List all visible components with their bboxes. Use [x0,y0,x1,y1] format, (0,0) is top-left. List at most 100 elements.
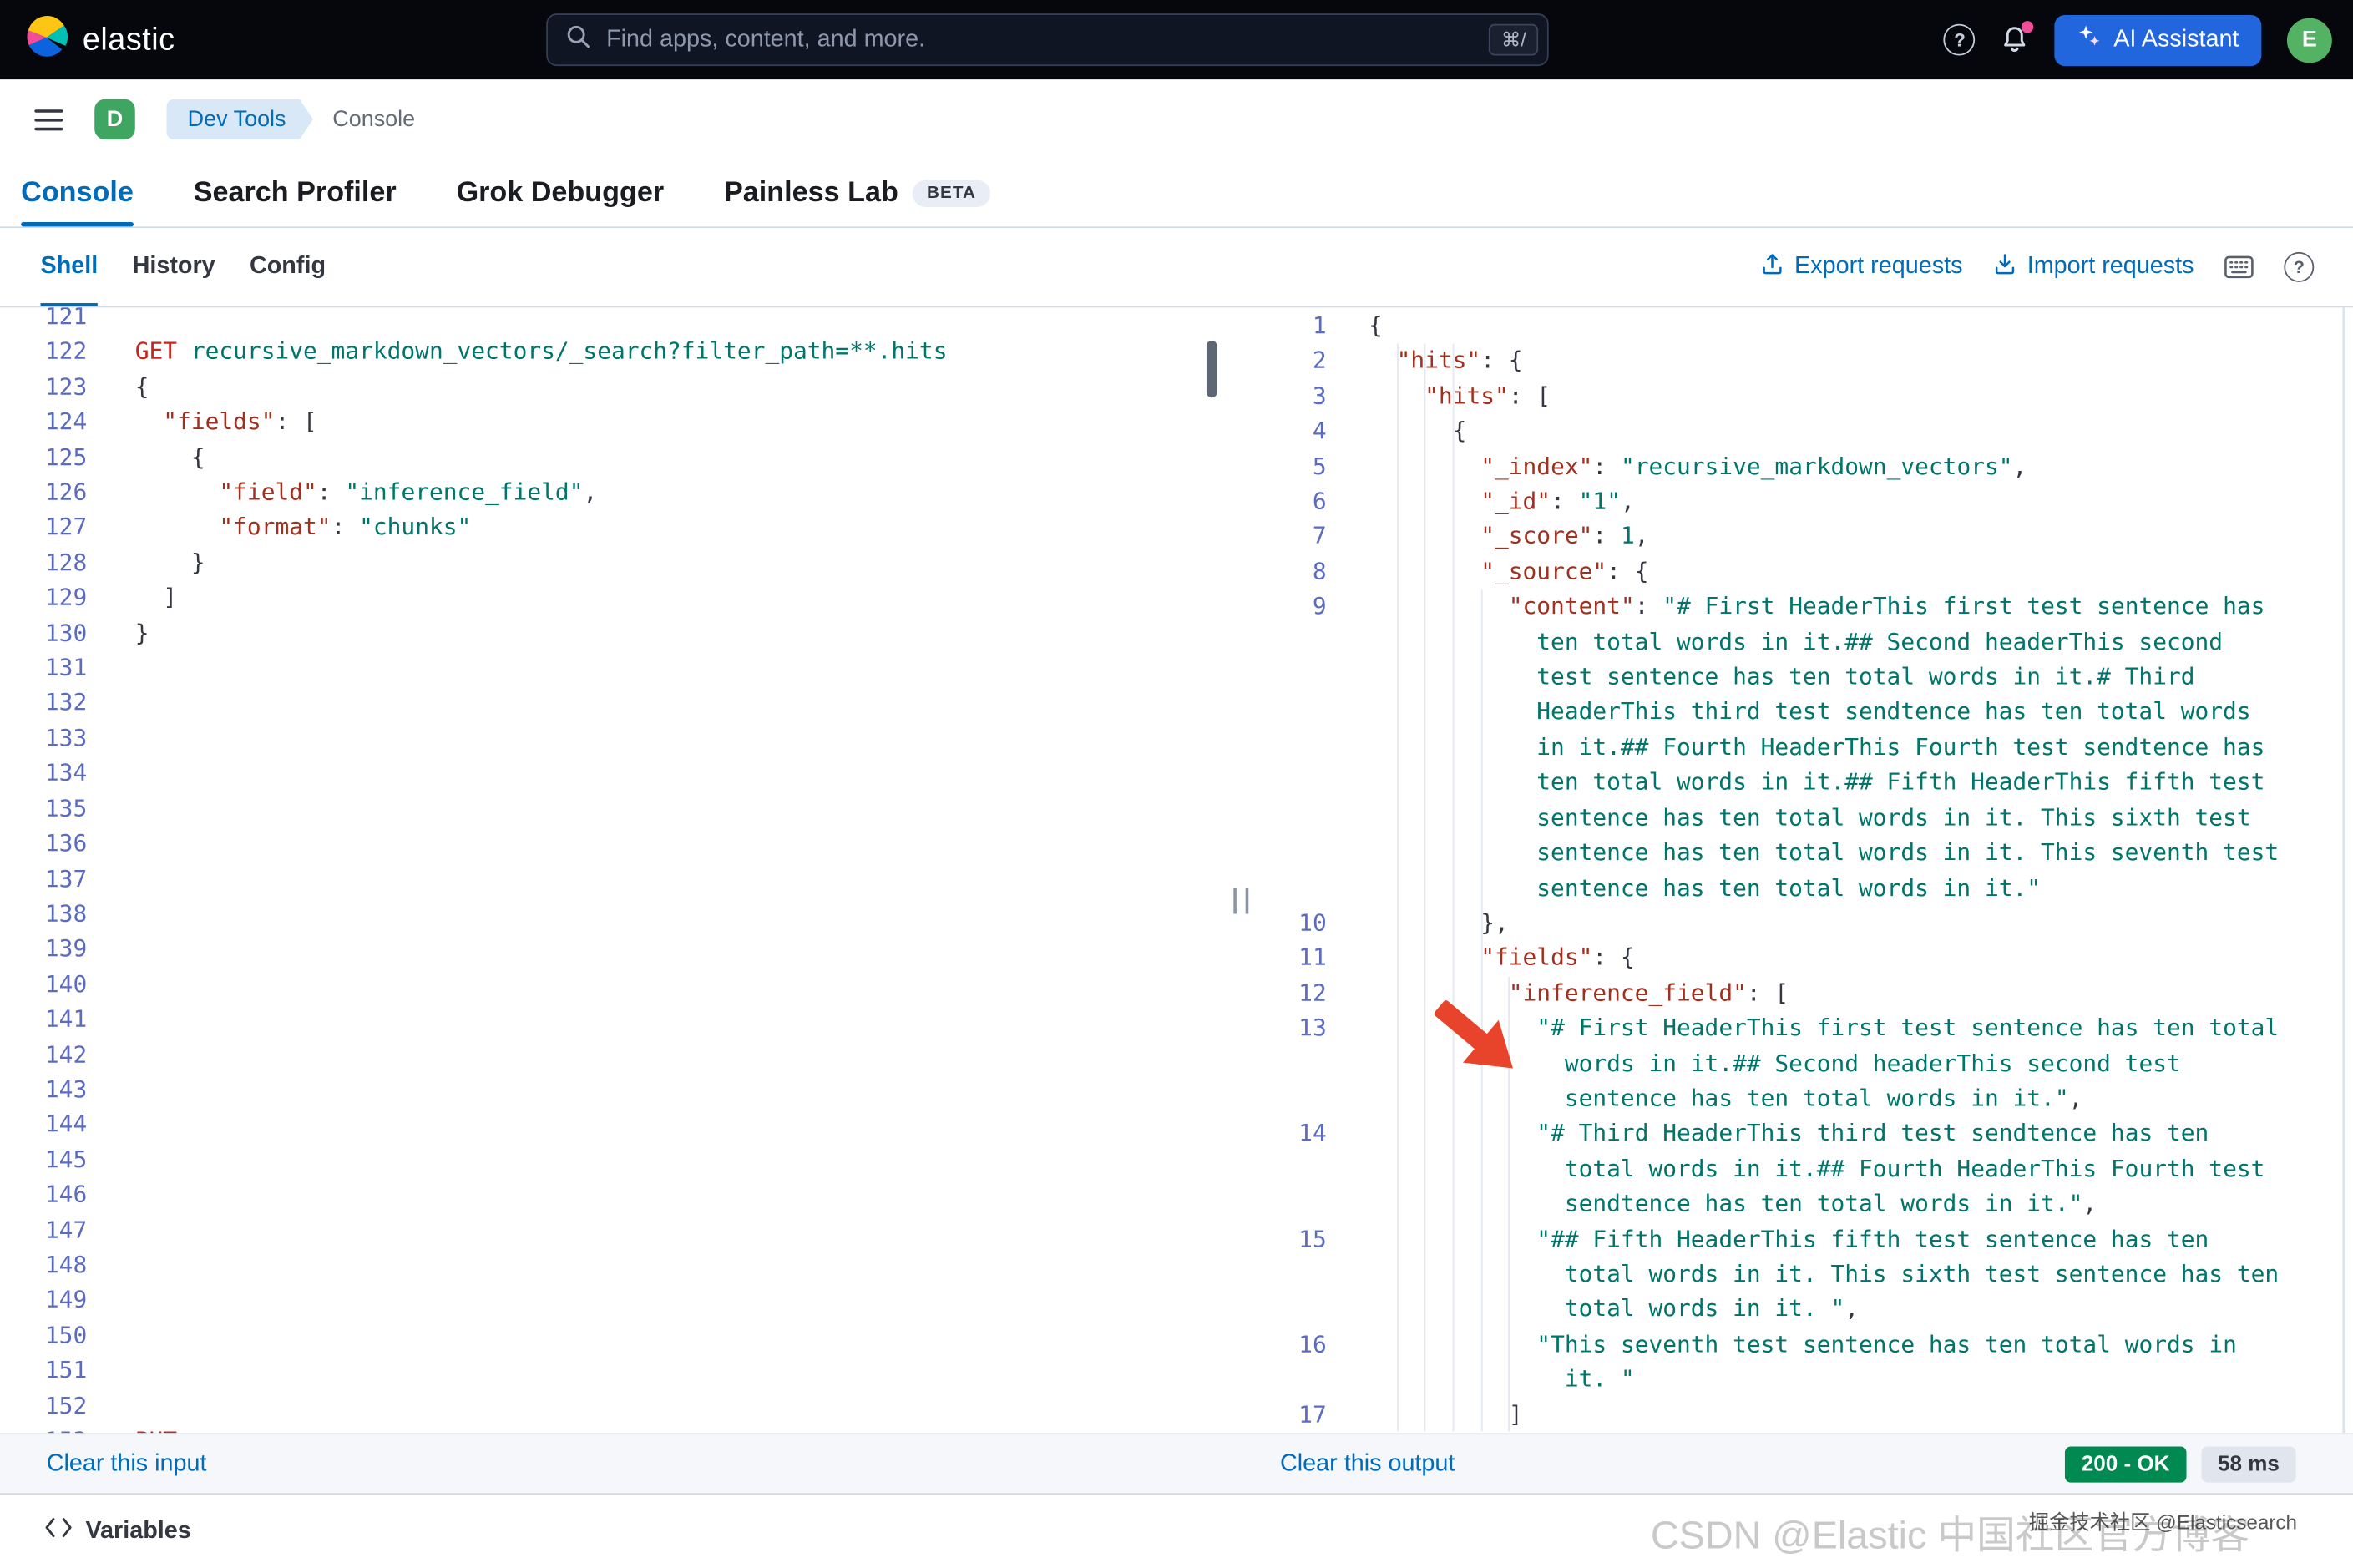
code-line[interactable]: 2"hits": { [1254,344,2353,379]
pane-resizer[interactable] [1227,307,1254,1433]
code-line[interactable]: 121 [0,307,1227,335]
code-line[interactable]: 138 [0,898,1227,933]
code-line[interactable]: 7"_score": 1, [1254,520,2353,555]
editor-footer: Clear this input Clear this output 200 -… [0,1433,2353,1493]
code-line[interactable]: 15"## Fifth HeaderThis fifth test senten… [1254,1222,2353,1328]
subtab-config[interactable]: Config [250,228,326,306]
code-line[interactable]: 16"This seventh test sentence has ten to… [1254,1328,2353,1398]
console-help-button[interactable]: ? [2284,252,2314,282]
code-line[interactable]: 145 [0,1143,1227,1178]
export-requests-label: Export requests [1794,254,1962,281]
code-text: GET recursive_markdown_vectors/_search?f… [135,336,948,371]
code-line[interactable]: 151 [0,1353,1227,1388]
code-line[interactable]: 127 "format": "chunks" [0,511,1227,546]
code-line[interactable]: 139 [0,933,1227,968]
code-line[interactable]: 124 "fields": [ [0,406,1227,441]
code-line[interactable]: 129 ] [0,581,1227,616]
code-line[interactable]: 3"hits": [ [1254,379,2353,414]
code-line[interactable]: 132 [0,686,1227,721]
code-line[interactable]: 14"# Third HeaderThis third test sendten… [1254,1117,2353,1222]
code-line[interactable]: 133 [0,721,1227,756]
line-number: 151 [0,1353,87,1388]
search-shortcut-badge: ⌘/ [1489,23,1538,56]
code-line[interactable]: 134 [0,756,1227,792]
subtab-shell[interactable]: Shell [41,228,99,306]
code-line[interactable]: 130} [0,616,1227,651]
export-requests-button[interactable]: Export requests [1760,251,1963,283]
code-line[interactable]: 142 [0,1038,1227,1073]
code-line[interactable]: 137 [0,862,1227,897]
code-text: "fields": { [1369,941,2279,976]
code-text: } [135,546,205,581]
code-text: "_source": { [1369,555,2279,590]
line-number: 9 [1254,590,1326,625]
breadcrumb-devtools[interactable]: Dev Tools [166,99,312,140]
code-line[interactable]: 136 [0,827,1227,862]
code-line[interactable]: 146 [0,1178,1227,1213]
code-line[interactable]: 17] [1254,1398,2353,1433]
code-text: { [1369,414,2279,449]
code-line[interactable]: 135 [0,792,1227,827]
help-icon[interactable]: ? [1944,24,1976,56]
export-icon [1760,251,1784,283]
tab-console[interactable]: Console [21,159,134,227]
keyboard-shortcuts-button[interactable] [2224,255,2254,280]
code-text: "field": "inference_field", [135,476,598,511]
space-badge[interactable]: D [94,99,135,140]
code-line[interactable]: 126 "field": "inference_field", [0,476,1227,511]
line-number: 11 [1254,941,1326,976]
code-line[interactable]: 6"_id": "1", [1254,485,2353,520]
menu-icon[interactable] [34,109,63,129]
code-line[interactable]: 125 { [0,441,1227,476]
code-line[interactable]: 143 [0,1073,1227,1108]
line-number: 2 [1254,344,1326,379]
line-number: 133 [0,721,87,756]
code-line[interactable]: 122GET recursive_markdown_vectors/_searc… [0,336,1227,371]
output-editor-pane[interactable]: 1{2"hits": {3"hits": [4{5"_index": "recu… [1254,307,2353,1433]
clear-input-button[interactable]: Clear this input [47,1450,207,1477]
variables-button[interactable]: Variables [45,1517,191,1545]
left-scrollbar-thumb[interactable] [1207,341,1217,397]
code-line[interactable]: 141 [0,1003,1227,1038]
user-avatar[interactable]: E [2287,18,2332,63]
code-line[interactable]: 144 [0,1108,1227,1143]
code-line[interactable]: 1{ [1254,309,2353,344]
code-line[interactable]: 147 [0,1213,1227,1248]
code-line[interactable]: 13"# First HeaderThis first test sentenc… [1254,1012,2353,1117]
right-scrollbar-track[interactable] [2342,307,2345,1433]
code-line[interactable]: 152 [0,1388,1227,1424]
notifications-button[interactable] [2001,26,2029,54]
clear-output-button[interactable]: Clear this output [1280,1450,1455,1477]
search-input[interactable] [603,25,1489,55]
line-number: 127 [0,511,87,546]
code-line[interactable]: 4{ [1254,414,2353,449]
code-line[interactable]: 10}, [1254,906,2353,941]
code-line[interactable]: 128 } [0,546,1227,581]
code-line[interactable]: 131 [0,651,1227,686]
subtab-history[interactable]: History [133,228,215,306]
code-line[interactable]: 140 [0,968,1227,1003]
code-line[interactable]: 149 [0,1283,1227,1318]
code-line[interactable]: 123{ [0,371,1227,406]
code-line[interactable]: 153PUT [0,1424,1227,1434]
code-line[interactable]: 8 "_source": { [1254,555,2353,590]
code-line[interactable]: 150 [0,1318,1227,1353]
line-number: 8 [1254,555,1326,590]
import-requests-button[interactable]: Import requests [1992,251,2194,283]
code-line[interactable]: 9"content": "# First HeaderThis first te… [1254,590,2353,907]
status-badge: 200 - OK [2065,1446,2186,1482]
code-line[interactable]: 12"inference_field": [ [1254,976,2353,1011]
code-line[interactable]: 11 "fields": { [1254,941,2353,976]
global-search[interactable]: ⌘/ [546,13,1549,66]
ai-assistant-button[interactable]: AI Assistant [2055,14,2261,65]
code-line[interactable]: 5"_index": "recursive_markdown_vectors", [1254,449,2353,484]
code-line[interactable]: 148 [0,1248,1227,1283]
tab-search-profiler[interactable]: Search Profiler [194,159,397,227]
code-icon [45,1517,72,1545]
tab-grok-debugger[interactable]: Grok Debugger [457,159,665,227]
tab-painless-lab[interactable]: Painless Lab BETA [724,159,991,227]
request-editor-pane[interactable]: 121122GET recursive_markdown_vectors/_se… [0,307,1227,1433]
elastic-logo[interactable]: elastic [24,13,175,66]
kibana-console-app: elastic ⌘/ ? [0,0,2353,1568]
line-number: 17 [1254,1398,1326,1433]
